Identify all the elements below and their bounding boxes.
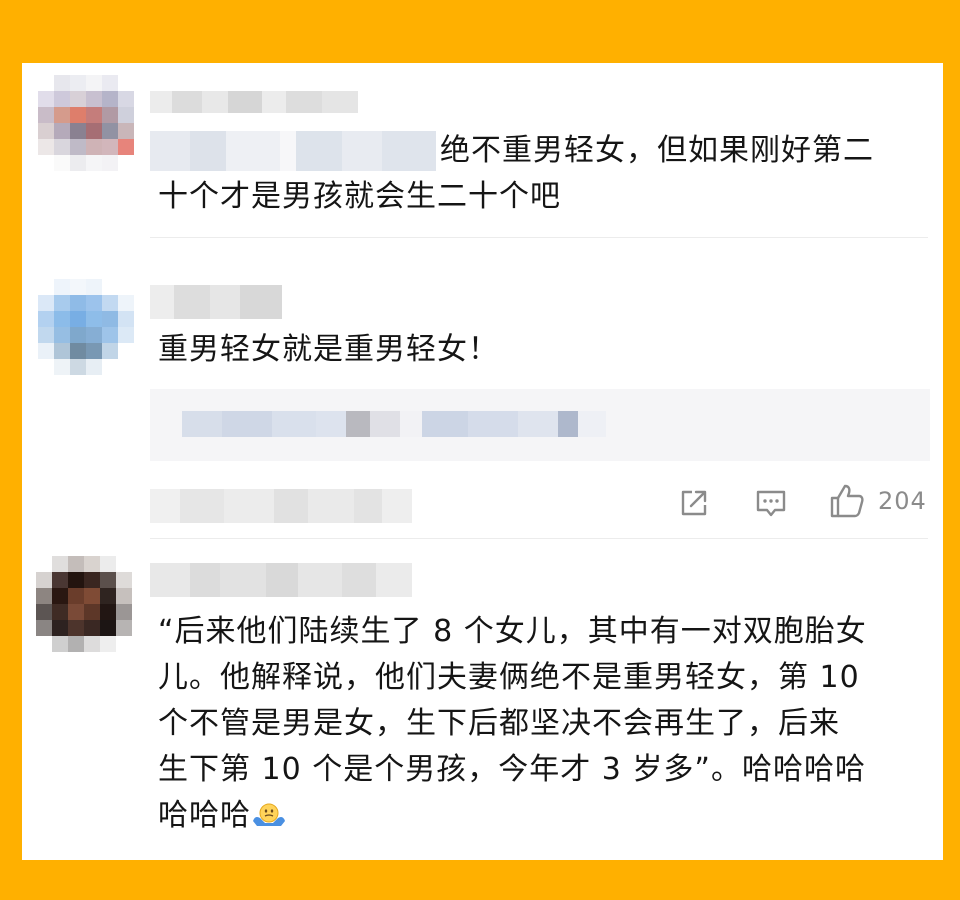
user-avatar[interactable] xyxy=(36,556,132,652)
quoted-reply-box[interactable] xyxy=(150,389,930,461)
blurred-quoted-text xyxy=(182,411,606,437)
comment-card: 绝不重男轻女，但如果刚好第二 十个才是男孩就会生二十个吧 重男轻女就是重男轻女！ xyxy=(22,63,943,860)
thumbs-up-icon[interactable] xyxy=(828,482,866,520)
shrug-emoji-icon xyxy=(253,803,285,826)
divider xyxy=(150,538,928,539)
comment-icon[interactable] xyxy=(754,487,788,521)
blurred-timestamp xyxy=(150,489,412,523)
blurred-username[interactable] xyxy=(150,285,282,319)
user-avatar[interactable] xyxy=(38,279,134,375)
comment-text: 绝不重男轻女，但如果刚好第二 十个才是男孩就会生二十个吧 xyxy=(158,133,874,214)
comment-text: 重男轻女就是重男轻女！ xyxy=(158,332,499,367)
divider xyxy=(150,237,928,238)
like-count: 204 xyxy=(878,487,927,515)
blurred-username[interactable] xyxy=(150,91,358,113)
user-avatar[interactable] xyxy=(38,75,134,171)
comment-text: “后来他们陆续生了 8 个女儿，其中有一对双胞胎女 儿。他解释说，他们夫妻俩绝不… xyxy=(158,609,943,839)
share-icon[interactable] xyxy=(677,486,711,520)
blurred-username[interactable] xyxy=(150,563,412,597)
